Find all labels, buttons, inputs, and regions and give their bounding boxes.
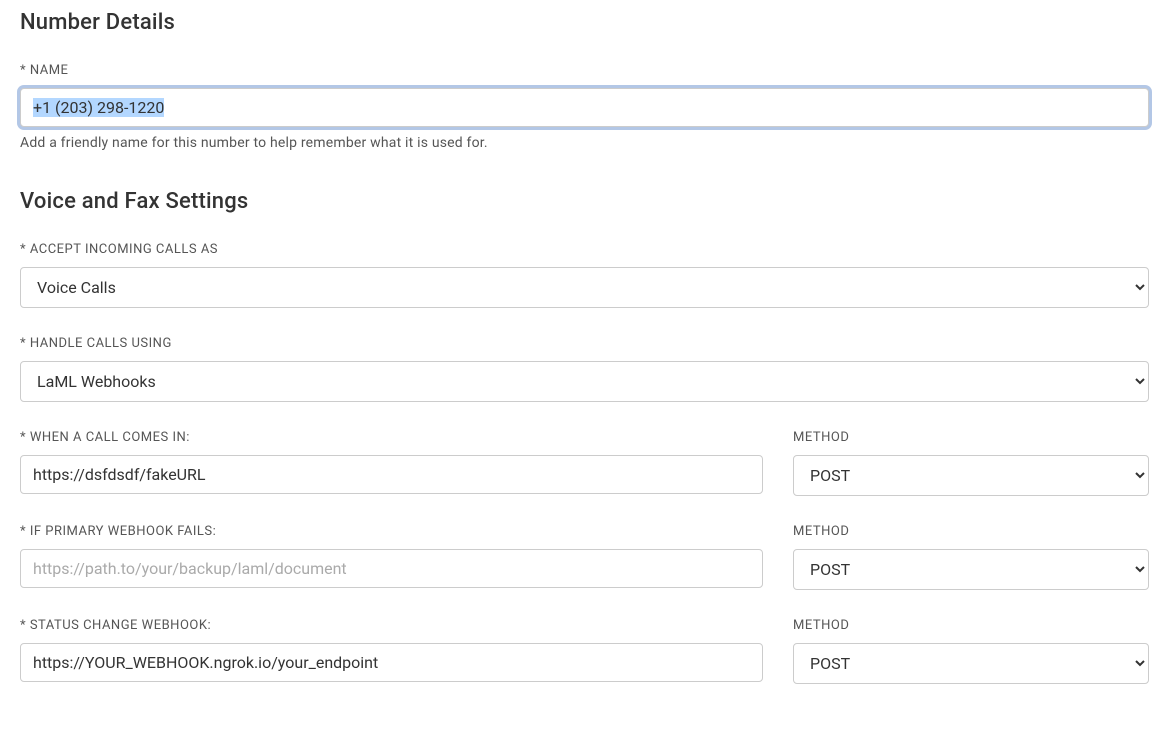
name-help-text: Add a friendly name for this number to h…: [20, 135, 1149, 151]
accept-incoming-label: * ACCEPT INCOMING CALLS AS: [20, 242, 1149, 257]
primary-fails-method-label: METHOD: [793, 524, 1149, 539]
primary-fails-label: * IF PRIMARY WEBHOOK FAILS:: [20, 524, 763, 539]
voice-fax-heading: Voice and Fax Settings: [20, 189, 1149, 214]
handle-calls-select[interactable]: LaML Webhooks: [20, 361, 1149, 402]
call-comes-in-label: * WHEN A CALL COMES IN:: [20, 430, 763, 445]
accept-incoming-select[interactable]: Voice Calls: [20, 267, 1149, 308]
status-change-label: * STATUS CHANGE WEBHOOK:: [20, 618, 763, 633]
name-label: * NAME: [20, 63, 1149, 78]
primary-fails-method-select[interactable]: POST: [793, 549, 1149, 590]
name-input[interactable]: [20, 88, 1149, 127]
status-change-input[interactable]: [20, 643, 763, 682]
primary-fails-input[interactable]: [20, 549, 763, 588]
call-comes-in-method-label: METHOD: [793, 430, 1149, 445]
status-change-method-select[interactable]: POST: [793, 643, 1149, 684]
status-change-method-label: METHOD: [793, 618, 1149, 633]
number-details-heading: Number Details: [20, 10, 1149, 35]
call-comes-in-method-select[interactable]: POST: [793, 455, 1149, 496]
call-comes-in-input[interactable]: [20, 455, 763, 494]
handle-calls-label: * HANDLE CALLS USING: [20, 336, 1149, 351]
